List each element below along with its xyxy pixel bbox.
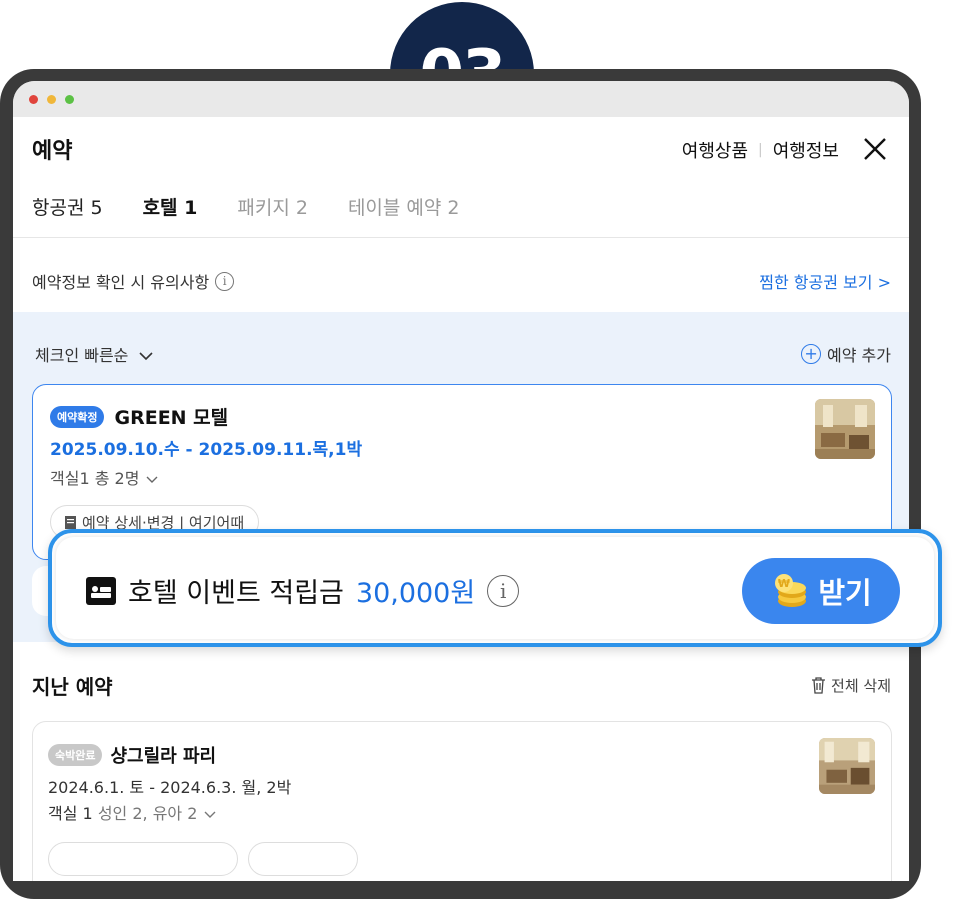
tab-table-reservations[interactable]: 테이블 예약 2 bbox=[348, 193, 460, 220]
tablet-frame: 예약 여행상품 | 여행정보 항공권 5 호텔 1 패키지 2 테이블 예약 2… bbox=[0, 69, 921, 899]
delete-all-label: 전체 삭제 bbox=[831, 677, 891, 695]
stay-dates: 2025.09.10.수 - 2025.09.11.목,1박 bbox=[50, 440, 363, 460]
past-hotel-name: 샹그릴라 파리 bbox=[110, 746, 217, 767]
close-icon[interactable] bbox=[861, 135, 889, 163]
document-icon bbox=[65, 515, 76, 529]
tabs-divider bbox=[13, 237, 909, 238]
plus-circle-icon: + bbox=[801, 344, 822, 364]
past-reservation-card[interactable]: 숙박완료 샹그릴라 파리 2024.6.1. 토 - 2024.6.3. 월, … bbox=[32, 721, 892, 881]
trash-icon bbox=[812, 677, 826, 694]
notice-text: 예약정보 확인 시 유의사항 bbox=[32, 273, 210, 292]
callout-text-row: 호텔 이벤트 적립금 30,000원 i bbox=[86, 571, 520, 610]
maximize-window-dot[interactable] bbox=[65, 95, 74, 104]
reservation-tabs: 항공권 5 호텔 1 패키지 2 테이블 예약 2 bbox=[32, 193, 460, 220]
info-icon[interactable]: i bbox=[215, 271, 235, 291]
notice-row[interactable]: 예약정보 확인 시 유의사항 i bbox=[32, 269, 235, 293]
past-detail-button[interactable] bbox=[48, 842, 238, 876]
room-guests-text: 객실1 총 2명 bbox=[50, 469, 140, 488]
past-secondary-button[interactable] bbox=[248, 842, 358, 876]
hotel-event-callout: 호텔 이벤트 적립금 30,000원 i ₩ 받기 bbox=[48, 529, 942, 647]
past-hotel-name-row: 숙박완료 샹그릴라 파리 bbox=[48, 742, 216, 768]
past-room-count: 객실 1 bbox=[48, 804, 93, 823]
link-travel-products[interactable]: 여행상품 bbox=[682, 137, 748, 163]
app-screen: 예약 여행상품 | 여행정보 항공권 5 호텔 1 패키지 2 테이블 예약 2… bbox=[13, 81, 909, 881]
receive-points-label: 받기 bbox=[818, 576, 872, 610]
page-title: 예약 bbox=[32, 139, 73, 164]
close-window-dot[interactable] bbox=[29, 95, 38, 104]
hotel-name-row: 예약확정 GREEN 모텔 bbox=[50, 403, 228, 430]
header-link-divider: | bbox=[758, 142, 763, 158]
coins-icon: ₩ bbox=[775, 574, 807, 607]
tab-hotels[interactable]: 호텔 1 bbox=[143, 193, 198, 220]
chevron-down-icon bbox=[146, 476, 158, 483]
past-stay-dates: 2024.6.1. 토 - 2024.6.3. 월, 2박 bbox=[48, 778, 292, 797]
past-guest-detail: 성인 2, 유아 2 bbox=[97, 804, 198, 823]
hotel-name: GREEN 모텔 bbox=[114, 407, 229, 429]
sort-label: 체크인 빠른순 bbox=[35, 346, 129, 365]
header-links: 여행상품 | 여행정보 bbox=[682, 137, 839, 163]
hotel-thumbnail bbox=[815, 399, 875, 459]
tab-flights[interactable]: 항공권 5 bbox=[32, 193, 103, 220]
link-travel-info[interactable]: 여행정보 bbox=[773, 137, 839, 163]
wishlist-flights-link[interactable]: 찜한 항공권 보기 > bbox=[759, 269, 891, 293]
tab-packages[interactable]: 패키지 2 bbox=[237, 193, 308, 220]
callout-inner: 호텔 이벤트 적립금 30,000원 i ₩ 받기 bbox=[56, 537, 934, 639]
minimize-window-dot[interactable] bbox=[47, 95, 56, 104]
past-hotel-thumbnail bbox=[819, 738, 875, 794]
sort-dropdown[interactable]: 체크인 빠른순 bbox=[35, 342, 154, 366]
callout-amount: 30,000원 bbox=[355, 578, 476, 609]
add-reservation-label: 예약 추가 bbox=[827, 346, 891, 365]
chevron-down-icon bbox=[138, 352, 153, 361]
window-chrome bbox=[13, 81, 909, 117]
room-guests[interactable]: 객실1 총 2명 bbox=[50, 465, 159, 489]
hotel-bed-icon bbox=[86, 576, 116, 605]
callout-label: 호텔 이벤트 적립금 bbox=[128, 578, 344, 609]
delete-all-button[interactable]: 전체 삭제 bbox=[811, 675, 891, 696]
add-reservation-button[interactable]: + 예약 추가 bbox=[801, 342, 891, 366]
chevron-down-icon bbox=[204, 811, 215, 818]
past-room-guests[interactable]: 객실 1 성인 2, 유아 2 bbox=[48, 800, 217, 824]
status-badge: 예약확정 bbox=[50, 405, 105, 428]
receive-points-button[interactable]: ₩ 받기 bbox=[742, 558, 900, 624]
svg-text:₩: ₩ bbox=[778, 577, 790, 590]
info-icon[interactable]: i bbox=[487, 574, 520, 607]
past-status-badge: 숙박완료 bbox=[48, 744, 103, 766]
past-reservations-title: 지난 예약 bbox=[32, 675, 113, 699]
